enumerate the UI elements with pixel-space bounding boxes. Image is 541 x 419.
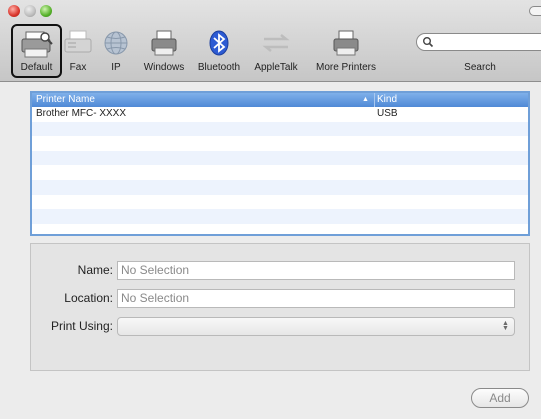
printer-list-header: Printer Name ▲ Kind	[32, 93, 528, 107]
select-stepper-icon: ▲ ▼	[502, 320, 509, 332]
add-printer-window: Default Fax IP Windows Bluetooth AppleTa…	[0, 0, 541, 419]
table-row	[32, 150, 528, 166]
toolbar-default-button[interactable]: Default	[11, 24, 62, 78]
minimize-window-button[interactable]	[24, 5, 36, 17]
search-field	[416, 33, 541, 51]
table-row	[32, 136, 528, 151]
toolbar-windows-button[interactable]: Windows	[138, 24, 190, 78]
table-row	[32, 195, 528, 210]
toolbar-more-printers-button[interactable]: More Printers	[310, 24, 382, 78]
name-label: Name:	[77, 263, 113, 277]
toolbar: Default Fax IP Windows Bluetooth AppleTa…	[0, 0, 541, 82]
column-header-kind[interactable]: Kind	[374, 93, 397, 107]
toolbar-fax-label: Fax	[69, 62, 87, 73]
close-window-button[interactable]	[8, 5, 20, 17]
appletalk-icon	[262, 34, 290, 52]
windows-printer-icon	[151, 30, 177, 56]
location-label: Location:	[64, 291, 113, 305]
toolbar-ip-button[interactable]: IP	[98, 24, 134, 78]
printer-list-table: Printer Name ▲ Kind Brother MFC- XXXX US…	[30, 91, 530, 236]
table-row	[32, 121, 528, 137]
printer-list-rows: Brother MFC- XXXX USB	[32, 107, 528, 234]
fax-icon	[64, 30, 92, 53]
name-field[interactable]: No Selection	[117, 261, 515, 280]
toolbar-bluetooth-button[interactable]: Bluetooth	[194, 24, 244, 78]
search-input[interactable]	[416, 33, 541, 51]
search-icon	[423, 37, 434, 48]
sort-ascending-icon: ▲	[362, 96, 369, 103]
zoom-window-button[interactable]	[40, 5, 52, 17]
toolbar-fax-button[interactable]: Fax	[62, 24, 94, 78]
location-field[interactable]: No Selection	[117, 289, 515, 308]
table-row[interactable]: Brother MFC- XXXX USB	[32, 107, 528, 122]
search-label: Search	[464, 62, 496, 73]
printer-name-cell: Brother MFC- XXXX	[36, 108, 127, 119]
table-row	[32, 165, 528, 180]
toolbar-appletalk-button[interactable]: AppleTalk	[248, 24, 304, 78]
column-header-printer-name[interactable]: Printer Name	[36, 93, 95, 107]
toolbar-bluetooth-label: Bluetooth	[197, 62, 241, 73]
toolbar-windows-label: Windows	[143, 62, 185, 73]
bluetooth-icon	[209, 30, 229, 56]
printer-details-panel: Name: No Selection Location: No Selectio…	[30, 243, 530, 371]
toolbar-default-label: Default	[20, 62, 53, 73]
add-button[interactable]: Add	[471, 388, 529, 408]
ip-globe-icon	[104, 31, 128, 55]
toolbar-toggle-button[interactable]	[529, 6, 541, 16]
more-printers-icon	[333, 30, 359, 56]
print-using-select[interactable]: ▲ ▼	[117, 317, 515, 336]
toolbar-ip-label: IP	[111, 62, 121, 73]
toolbar-appletalk-label: AppleTalk	[254, 62, 298, 73]
printer-kind-cell: USB	[377, 108, 398, 119]
default-printer-icon	[21, 31, 53, 58]
table-row	[32, 209, 528, 224]
print-using-label: Print Using:	[50, 319, 113, 333]
toolbar-more-printers-label: More Printers	[315, 62, 376, 73]
table-row	[32, 179, 528, 195]
table-row	[32, 224, 528, 234]
